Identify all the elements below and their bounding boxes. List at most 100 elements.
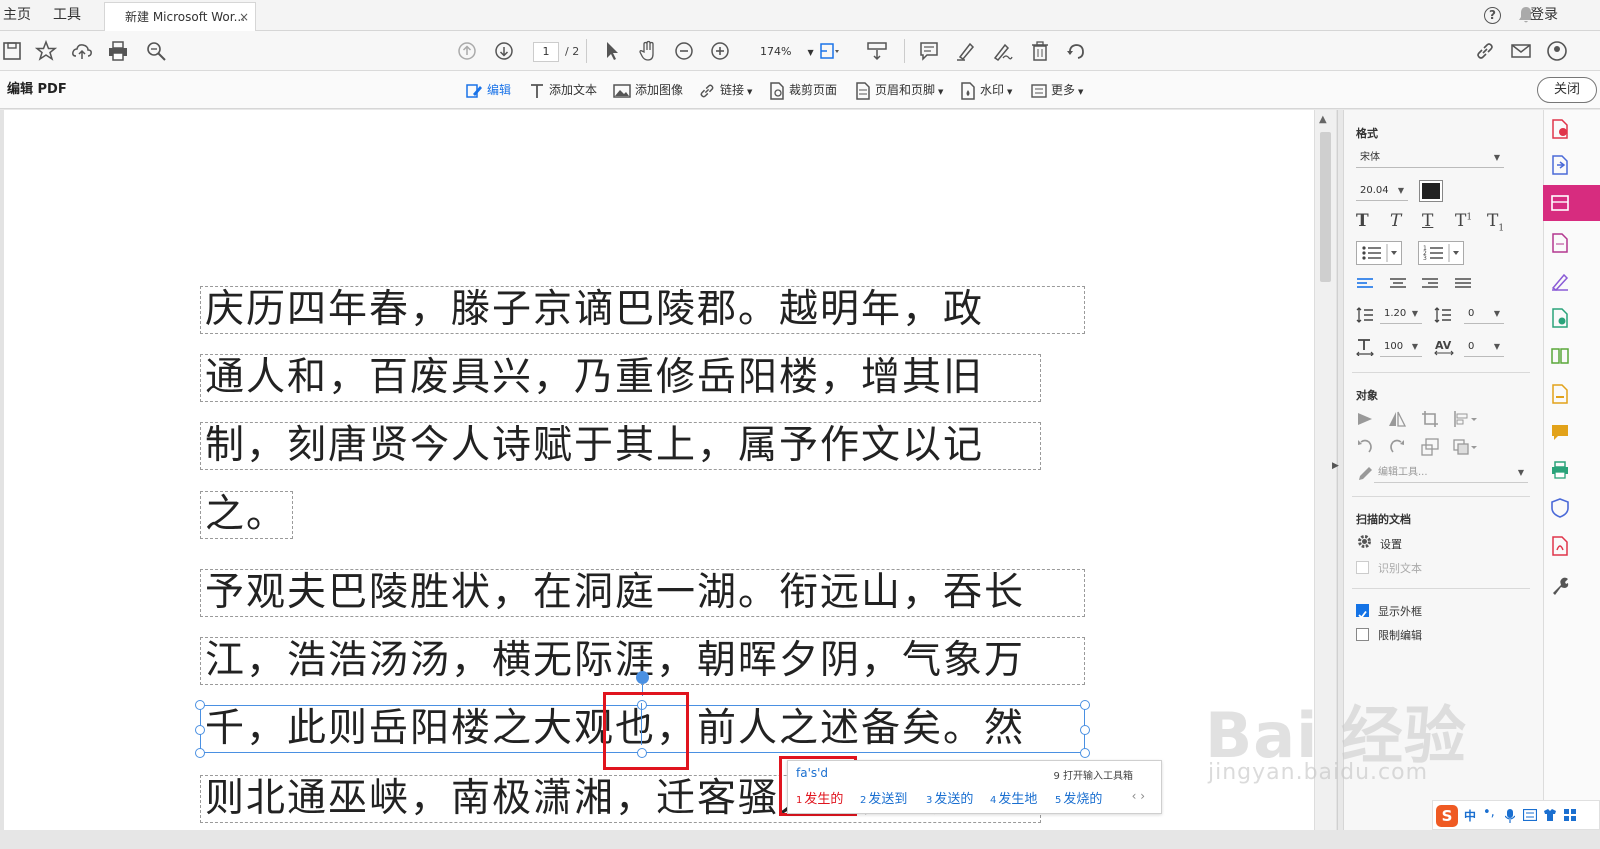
rotate-left-icon[interactable] [1356, 438, 1374, 456]
comment-icon[interactable] [918, 40, 940, 62]
tab-home[interactable]: 主页 [3, 0, 31, 31]
sogou-logo[interactable]: S [1436, 805, 1458, 827]
align-left-icon[interactable] [1357, 278, 1373, 290]
arrange-objects-icon[interactable] [1453, 438, 1479, 456]
replace-image-icon[interactable] [1421, 438, 1439, 456]
highlight-pen-icon[interactable] [955, 40, 977, 62]
horizontal-scale-select[interactable]: 100 ▼ [1380, 337, 1422, 357]
export-pdf-icon[interactable] [1550, 119, 1570, 139]
crop-page-button[interactable]: 裁剪页面 [769, 71, 837, 109]
star-icon[interactable] [35, 40, 57, 62]
font-size-select[interactable]: 20.04 ▼ [1356, 181, 1408, 201]
microphone-icon[interactable] [1505, 808, 1515, 824]
close-edit-button[interactable]: 关闭 [1537, 77, 1597, 103]
superscript-icon[interactable]: T1 [1455, 211, 1472, 231]
ime-candidate[interactable]: 5 发烧的 [1055, 788, 1102, 807]
ime-page-nav[interactable]: ‹ › [1132, 789, 1145, 803]
zoom-search-icon[interactable] [145, 40, 167, 62]
character-spacing-select[interactable]: 0 ▼ [1464, 337, 1504, 357]
subscript-icon[interactable]: T1 [1487, 211, 1504, 233]
toolbox-icon[interactable] [1563, 808, 1577, 822]
resize-handle[interactable] [1080, 725, 1090, 735]
scrollbar-thumb[interactable] [1320, 132, 1331, 282]
header-footer-button[interactable]: 页眉和页脚 ▼ [855, 71, 943, 109]
ime-toolbox-link[interactable]: 9 打开输入工具箱 [1053, 767, 1133, 782]
ime-candidate[interactable]: 3 发送的 [926, 788, 973, 807]
rotate-right-icon[interactable] [1388, 438, 1406, 456]
create-pdf-icon[interactable] [1550, 155, 1570, 175]
save-icon[interactable] [1, 40, 23, 62]
resize-handle[interactable] [1080, 700, 1090, 710]
wrench-icon[interactable] [1550, 576, 1570, 596]
next-page-icon[interactable] [493, 40, 515, 62]
text-color-picker[interactable] [1419, 180, 1443, 202]
fill-sign-icon[interactable] [1550, 271, 1570, 291]
organize-pages-icon[interactable] [1550, 233, 1570, 253]
line-spacing-select[interactable]: 1.20 ▼ [1380, 304, 1422, 324]
prepare-form-icon[interactable] [1550, 536, 1570, 556]
link-share-icon[interactable] [1474, 40, 1496, 62]
select-cursor-icon[interactable] [601, 40, 623, 62]
more-button[interactable]: 更多 ▼ [1031, 71, 1083, 109]
resize-handle[interactable] [195, 725, 205, 735]
scroll-mode-icon[interactable] [866, 40, 888, 62]
resize-handle[interactable] [195, 700, 205, 710]
sign-icon[interactable] [991, 40, 1013, 62]
rotate-icon[interactable] [1065, 40, 1087, 62]
recognize-text-checkbox[interactable] [1356, 561, 1369, 574]
show-bbox-checkbox[interactable] [1356, 604, 1369, 619]
settings-label[interactable]: 设置 [1380, 536, 1402, 552]
numbered-list-button[interactable]: 123 [1418, 241, 1464, 265]
fit-page-icon[interactable] [818, 40, 840, 62]
align-center-icon[interactable] [1390, 278, 1406, 290]
close-tab-icon[interactable]: × [239, 3, 249, 31]
email-icon[interactable] [1510, 40, 1532, 62]
bold-text-icon[interactable]: T [1356, 211, 1369, 231]
edit-tools-select[interactable]: 编辑工具... ▼ [1374, 463, 1528, 483]
account-icon[interactable] [1546, 40, 1568, 62]
font-select[interactable]: 宋体 ▼ [1356, 148, 1504, 168]
paragraph-spacing-select[interactable]: 0 ▼ [1464, 304, 1504, 324]
text-line[interactable]: 之。 [200, 491, 293, 539]
cloud-upload-icon[interactable] [71, 40, 93, 62]
print-icon[interactable] [107, 40, 129, 62]
ime-language-toggle[interactable]: 中 [1464, 807, 1476, 824]
resize-handle[interactable] [1080, 748, 1090, 758]
align-justify-icon[interactable] [1455, 278, 1471, 290]
bullet-list-button[interactable] [1356, 241, 1402, 265]
hand-tool-icon[interactable] [637, 40, 659, 62]
print-production-icon[interactable] [1550, 460, 1570, 480]
text-line[interactable]: 制，刻唐贤今人诗赋于其上，属予作文以记 [200, 422, 1041, 470]
text-line[interactable]: 予观夫巴陵胜状，在洞庭一湖。衔远山，吞长 [200, 569, 1085, 617]
crop-object-icon[interactable] [1421, 410, 1439, 428]
keyboard-icon[interactable] [1523, 809, 1537, 821]
previous-page-icon[interactable] [456, 40, 478, 62]
restrict-editing-checkbox[interactable] [1356, 628, 1369, 641]
zoom-out-icon[interactable] [673, 40, 695, 62]
align-objects-icon[interactable] [1453, 410, 1479, 428]
tab-tools[interactable]: 工具 [53, 0, 81, 31]
trash-icon[interactable] [1029, 40, 1051, 62]
flip-vertical-icon[interactable] [1356, 410, 1374, 428]
edit-button[interactable]: 编辑 [465, 71, 511, 109]
align-right-icon[interactable] [1422, 278, 1438, 290]
flip-horizontal-icon[interactable] [1388, 410, 1406, 428]
comment-rail-icon[interactable] [1550, 422, 1570, 442]
gear-icon[interactable] [1356, 533, 1373, 550]
ime-candidate[interactable]: 1 发生的 [796, 788, 843, 807]
zoom-in-icon[interactable] [709, 40, 731, 62]
italic-text-icon[interactable]: T [1390, 211, 1401, 231]
compare-icon[interactable] [1550, 346, 1570, 366]
ime-candidate[interactable]: 4 发生地 [990, 788, 1037, 807]
punctuation-icon[interactable]: •, [1483, 805, 1495, 820]
watermark-button[interactable]: 水印 ▼ [960, 71, 1012, 109]
edit-pdf-rail-icon[interactable] [1550, 193, 1570, 213]
zoom-level-select[interactable]: 174% ▼ [760, 42, 820, 62]
ime-candidate[interactable]: 2 发送到 [860, 788, 907, 807]
scroll-up-icon[interactable]: ▲ [1319, 114, 1327, 125]
add-text-button[interactable]: 添加文本 [529, 71, 597, 109]
help-icon[interactable]: ? [1484, 7, 1501, 24]
link-button[interactable]: 链接 ▼ [698, 71, 752, 109]
underline-text-icon[interactable]: T [1422, 211, 1433, 231]
protect-icon[interactable] [1550, 498, 1570, 518]
